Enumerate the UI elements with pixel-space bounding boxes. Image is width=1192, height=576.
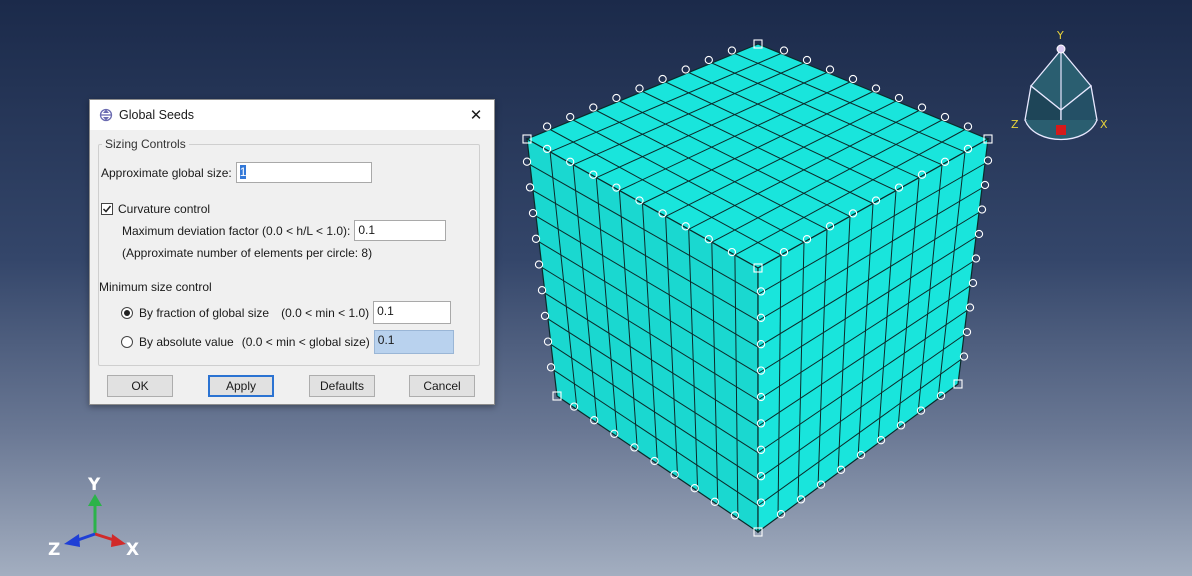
- approx-elements-note: (Approximate number of elements per circ…: [122, 246, 373, 260]
- dialog-title: Global Seeds: [119, 108, 195, 122]
- seed-marker: [871, 84, 881, 93]
- seed-marker: [802, 55, 812, 65]
- sizing-controls-legend: Sizing Controls: [102, 137, 189, 151]
- viewport-canvas[interactable]: Y Z X Y Z X Global Seeds ✕ Sizing Contro…: [0, 0, 1192, 576]
- checkbox-box[interactable]: [101, 203, 113, 215]
- seed-marker: [658, 74, 667, 84]
- view-cube-x-label: X: [1100, 118, 1108, 131]
- close-button[interactable]: ✕: [464, 103, 488, 127]
- seed-marker: [542, 122, 552, 131]
- checkmark-icon: [102, 205, 112, 213]
- fraction-label: By fraction of global size: [139, 305, 270, 320]
- seed-icon: [99, 108, 113, 122]
- y-axis-arrow-icon: [88, 494, 102, 506]
- view-cube-y-label: Y: [1056, 29, 1064, 42]
- seed-marker: [917, 103, 927, 112]
- approx-size-label: Approximate global size:: [101, 165, 232, 180]
- seed-marker: [704, 55, 713, 65]
- absolute-radio[interactable]: [121, 336, 133, 348]
- axis-y-label: Y: [87, 475, 101, 495]
- seed-marker: [848, 74, 858, 84]
- axis-z-label: Z: [48, 540, 60, 560]
- apply-button[interactable]: Apply: [208, 375, 274, 397]
- approx-size-input[interactable]: 1: [235, 162, 372, 183]
- absolute-range: (0.0 < min < global size): [241, 335, 370, 349]
- view-cube-origin-marker: [1056, 125, 1066, 135]
- axis-x-label: X: [126, 540, 139, 560]
- z-axis-arrow-icon: [64, 534, 80, 547]
- seed-marker: [894, 93, 904, 103]
- seed-marker: [779, 46, 789, 55]
- view-cube-triad[interactable]: Y Z X: [1005, 28, 1125, 158]
- curvature-label: Curvature control: [118, 202, 211, 216]
- seed-marker: [589, 103, 598, 112]
- seed-marker: [635, 84, 644, 93]
- max-deviation-label: Maximum deviation factor (0.0 < h/L < 1.…: [122, 223, 351, 238]
- view-cube-z-label: Z: [1011, 118, 1019, 131]
- view-cube-y-knob: [1056, 44, 1066, 54]
- seed-marker: [940, 112, 950, 122]
- seed-marker: [727, 46, 737, 55]
- min-size-control-label: Minimum size control: [99, 280, 212, 294]
- seed-marker: [963, 122, 973, 131]
- fraction-range: (0.0 < min < 1.0): [281, 305, 370, 320]
- seed-marker: [681, 65, 690, 74]
- fraction-radio[interactable]: [121, 306, 133, 319]
- absolute-label: By absolute value: [139, 335, 234, 349]
- absolute-input[interactable]: 0.1: [373, 330, 454, 354]
- ok-button[interactable]: OK: [107, 375, 173, 397]
- seed-marker: [612, 93, 621, 103]
- cancel-button[interactable]: Cancel: [409, 375, 475, 397]
- axis-triad: Y Z X: [48, 475, 139, 560]
- x-axis-arrow-icon: [111, 534, 126, 547]
- defaults-button[interactable]: Defaults: [309, 375, 375, 397]
- dialog-titlebar[interactable]: Global Seeds ✕: [90, 100, 494, 130]
- seed-marker: [566, 112, 575, 122]
- seed-marker: [825, 65, 835, 74]
- max-deviation-input[interactable]: 0.1: [354, 220, 447, 241]
- global-seeds-dialog: Global Seeds ✕ Sizing Controls Approxima…: [89, 99, 495, 405]
- curvature-control-checkbox[interactable]: Curvature control: [101, 202, 210, 216]
- fraction-input[interactable]: 0.1: [373, 301, 452, 324]
- close-icon: ✕: [469, 107, 483, 124]
